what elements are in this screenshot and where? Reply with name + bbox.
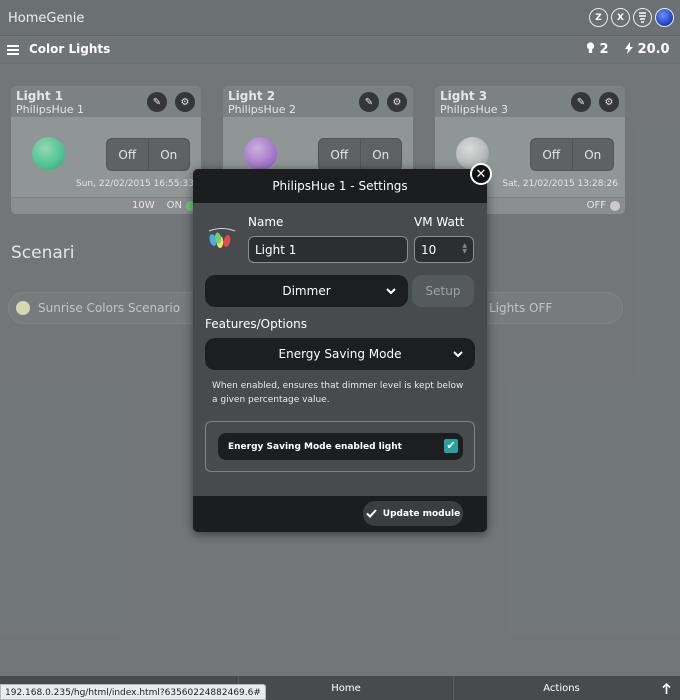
feature-options-group: Energy Saving Mode enabled light ✔ [205,421,475,472]
arrow-up-icon[interactable] [652,676,680,700]
x10-icon[interactable]: X [611,8,630,27]
module-type-select[interactable]: Dimmer [205,275,408,307]
top-icons: Z X [589,8,674,27]
actions-button[interactable]: Actions [453,676,669,700]
name-label: Name [248,215,284,229]
name-field[interactable]: Light 1 [248,236,408,263]
watt-field-value: 10 [421,242,437,257]
bulb-count: 2 [586,42,609,57]
energy-saving-checkbox[interactable]: ✔ [444,439,458,453]
zwave-icon[interactable]: Z [589,8,608,27]
settings-dialog: PhilipsHue 1 - Settings ✕ Name VM Watt L… [193,163,492,532]
spinner-arrows-icon[interactable]: ▲ ▼ [462,243,467,255]
module-type-value: Dimmer [282,284,331,298]
menu-icon[interactable] [7,45,19,55]
checkmark-icon [366,509,377,518]
power-usage: 20.0 [625,42,670,57]
bulb-count-value: 2 [599,42,609,57]
home-button[interactable]: Home [238,676,453,700]
setup-button[interactable]: Setup [412,275,474,307]
lights-icon [208,228,236,248]
status-url: 192.168.0.235/hg/html/index.html?6356022… [0,684,266,700]
feature-help-text: When enabled, ensures that dimmer level … [212,381,464,405]
update-module-button[interactable]: Update module [363,501,463,526]
feature-value: Energy Saving Mode [278,347,402,361]
bulb-icon [586,42,595,53]
update-label: Update module [382,508,461,519]
page-title: Color Lights [29,42,111,56]
checkbox-label: Energy Saving Mode enabled light [228,441,402,452]
power-value: 20.0 [637,42,670,57]
features-label: Features/Options [205,317,307,331]
app-header: HomeGenie Z X [0,0,680,36]
energy-saving-option[interactable]: Energy Saving Mode enabled light ✔ [218,433,463,460]
status-orb-icon[interactable] [655,8,674,27]
feature-select[interactable]: Energy Saving Mode [205,338,475,370]
chevron-down-icon [386,288,396,295]
lightning-icon [625,42,633,54]
insteon-icon[interactable] [633,8,652,27]
app-title: HomeGenie [8,11,85,26]
dialog-footer: Update module [193,496,487,532]
page-header: Color Lights 2 20.0 [0,36,680,64]
watt-field[interactable]: 10 ▲ ▼ [414,236,474,263]
close-icon[interactable]: ✕ [470,163,492,185]
watt-label: VM Watt [414,215,465,229]
chevron-down-icon [453,351,463,358]
dialog-title: PhilipsHue 1 - Settings [193,169,487,203]
